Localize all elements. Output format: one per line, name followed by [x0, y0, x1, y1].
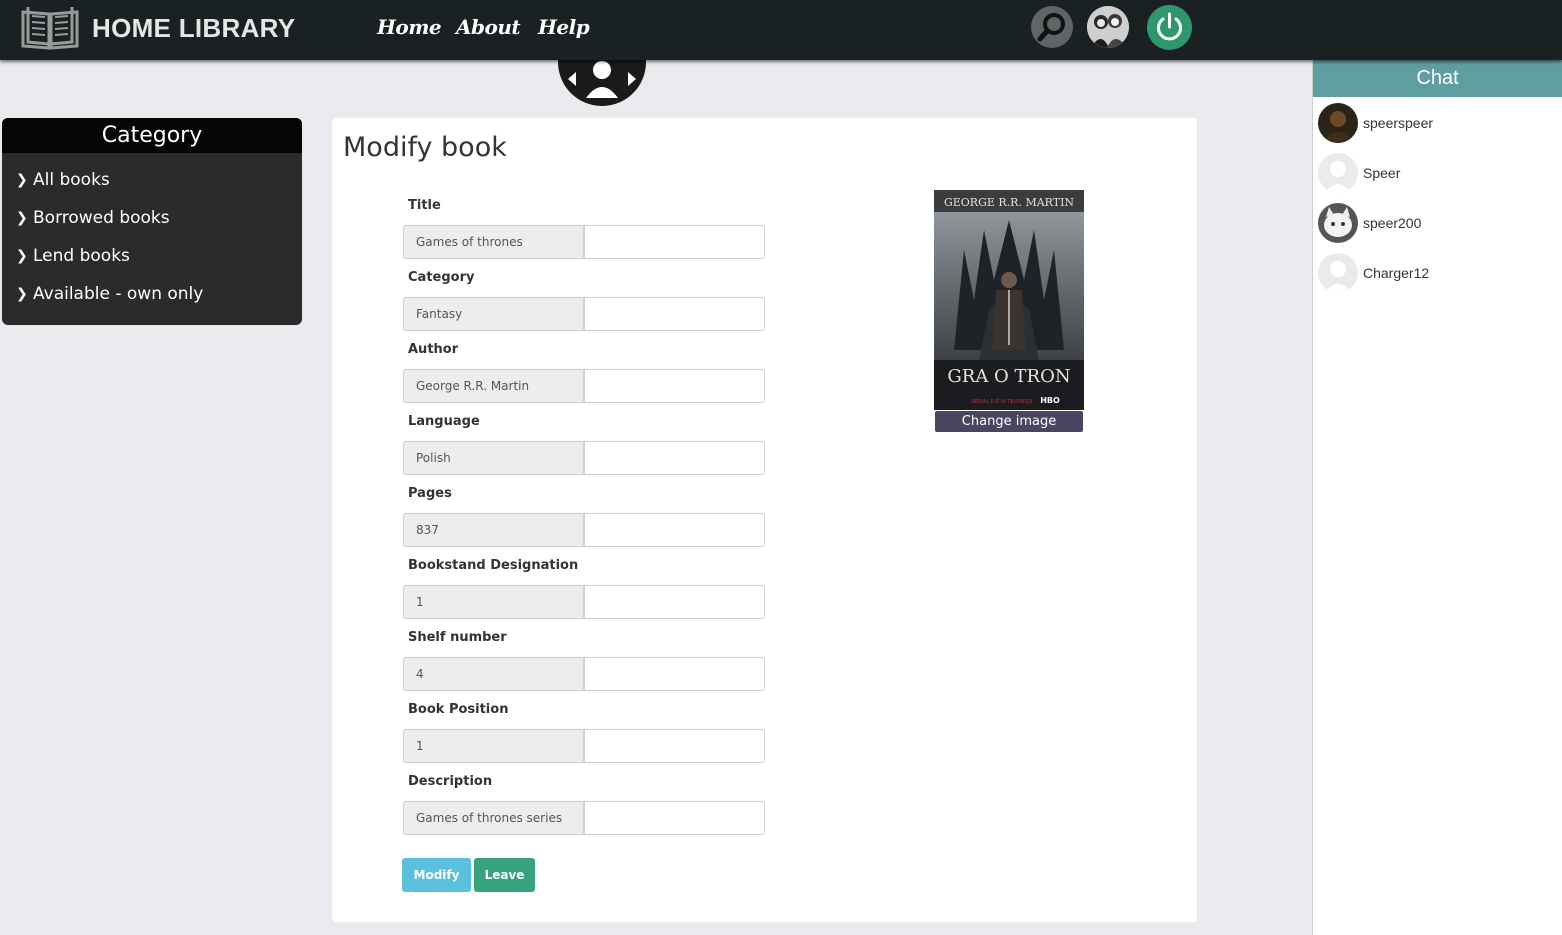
modify-book-panel: Modify book Title Games of thrones Categ…	[332, 118, 1197, 922]
cover-title-text: GRA O TRON	[947, 366, 1070, 387]
language-label: Language	[408, 414, 480, 429]
category-item-label: Available - own only	[33, 284, 204, 304]
chevron-right-icon: ❯	[16, 286, 28, 302]
leave-button[interactable]: Leave	[474, 858, 535, 892]
bookstand-designation-current-value: 1	[403, 585, 584, 619]
description-input[interactable]	[584, 801, 765, 835]
cover-tagline-text: SERIAL JUŻ W TELEWIZJI	[972, 398, 1033, 405]
chat-user-name: Speer	[1363, 165, 1401, 181]
bookstand-designation-label: Bookstand Designation	[408, 558, 579, 573]
top-navbar: HOME LIBRARY Home About Help	[0, 0, 1562, 60]
author-label: Author	[408, 342, 459, 357]
chevron-right-icon[interactable]	[628, 72, 636, 86]
power-icon	[1157, 12, 1182, 41]
title-input[interactable]	[584, 225, 765, 259]
category-sidebar: Category ❯ All books ❯ Borrowed books ❯ …	[2, 118, 302, 325]
book-position-current-value: 1	[403, 729, 584, 763]
language-current-value: Polish	[403, 441, 584, 475]
nav-help-link[interactable]: Help	[538, 15, 590, 39]
pages-input[interactable]	[584, 513, 765, 547]
shelf-number-input[interactable]	[584, 657, 765, 691]
chat-user-name: speer200	[1363, 215, 1422, 231]
chevron-right-icon: ❯	[16, 248, 28, 264]
chat-user-item[interactable]: Speer	[1318, 153, 1400, 193]
chat-panel: Chat speerspeer Speer speer200 Charger12	[1312, 60, 1562, 935]
category-item-all-books[interactable]: ❯ All books	[16, 170, 110, 190]
book-cover-image: GEORGE R.R. MARTIN GRA O TRON SERIAL JUŻ…	[934, 190, 1084, 410]
shelf-number-current-value: 4	[403, 657, 584, 691]
nav-home-link[interactable]: Home	[377, 15, 442, 39]
chevron-right-icon: ❯	[16, 172, 28, 188]
chat-user-item[interactable]: speer200	[1318, 203, 1421, 243]
friends-icon	[1087, 6, 1129, 48]
title-current-value: Games of thrones	[403, 225, 584, 259]
change-image-button[interactable]: Change image	[935, 411, 1083, 432]
chat-user-name: Charger12	[1363, 265, 1430, 281]
chevron-right-icon: ❯	[16, 210, 28, 226]
title-label: Title	[408, 198, 441, 213]
chevron-left-icon[interactable]	[568, 72, 576, 86]
book-position-label: Book Position	[408, 702, 509, 717]
logout-button[interactable]	[1147, 5, 1192, 50]
pages-current-value: 837	[403, 513, 584, 547]
nav-about-link[interactable]: About	[456, 15, 521, 39]
user-icon	[586, 61, 618, 98]
category-item-label: Lend books	[33, 246, 130, 266]
description-label: Description	[408, 774, 493, 789]
cover-author-text: GEORGE R.R. MARTIN	[944, 196, 1074, 209]
shelf-number-label: Shelf number	[408, 630, 507, 645]
category-item-lend-books[interactable]: ❯ Lend books	[16, 246, 130, 266]
category-label: Category	[408, 270, 475, 285]
category-item-available-own[interactable]: ❯ Available - own only	[16, 284, 203, 304]
avatar	[1318, 203, 1358, 243]
pages-label: Pages	[408, 486, 452, 501]
chat-user-name: speerspeer	[1363, 115, 1434, 131]
category-title: Category	[2, 118, 302, 153]
chat-user-item[interactable]: Charger12	[1318, 253, 1429, 293]
chat-title: Chat	[1313, 60, 1562, 97]
cover-network-text: HBO	[1040, 396, 1060, 405]
category-item-label: All books	[33, 170, 110, 190]
category-item-label: Borrowed books	[33, 208, 170, 228]
language-input[interactable]	[584, 441, 765, 475]
search-icon	[1037, 13, 1065, 42]
category-current-value: Fantasy	[403, 297, 584, 331]
book-logo-icon[interactable]	[20, 4, 80, 50]
search-button[interactable]	[1031, 6, 1073, 48]
author-current-value: George R.R. Martin	[403, 369, 584, 403]
bookstand-designation-input[interactable]	[584, 585, 765, 619]
category-input[interactable]	[584, 297, 765, 331]
book-position-input[interactable]	[584, 729, 765, 763]
avatar	[1318, 253, 1358, 293]
page-title: Modify book	[343, 132, 507, 163]
description-current-value: Games of thrones series	[403, 801, 584, 835]
brand-title[interactable]: HOME LIBRARY	[92, 13, 295, 44]
author-input[interactable]	[584, 369, 765, 403]
avatar	[1318, 153, 1358, 193]
modify-button[interactable]: Modify	[402, 858, 471, 892]
category-item-borrowed-books[interactable]: ❯ Borrowed books	[16, 208, 170, 228]
avatar	[1318, 103, 1358, 143]
friends-button[interactable]	[1087, 6, 1129, 48]
chat-user-item[interactable]: speerspeer	[1318, 103, 1433, 143]
